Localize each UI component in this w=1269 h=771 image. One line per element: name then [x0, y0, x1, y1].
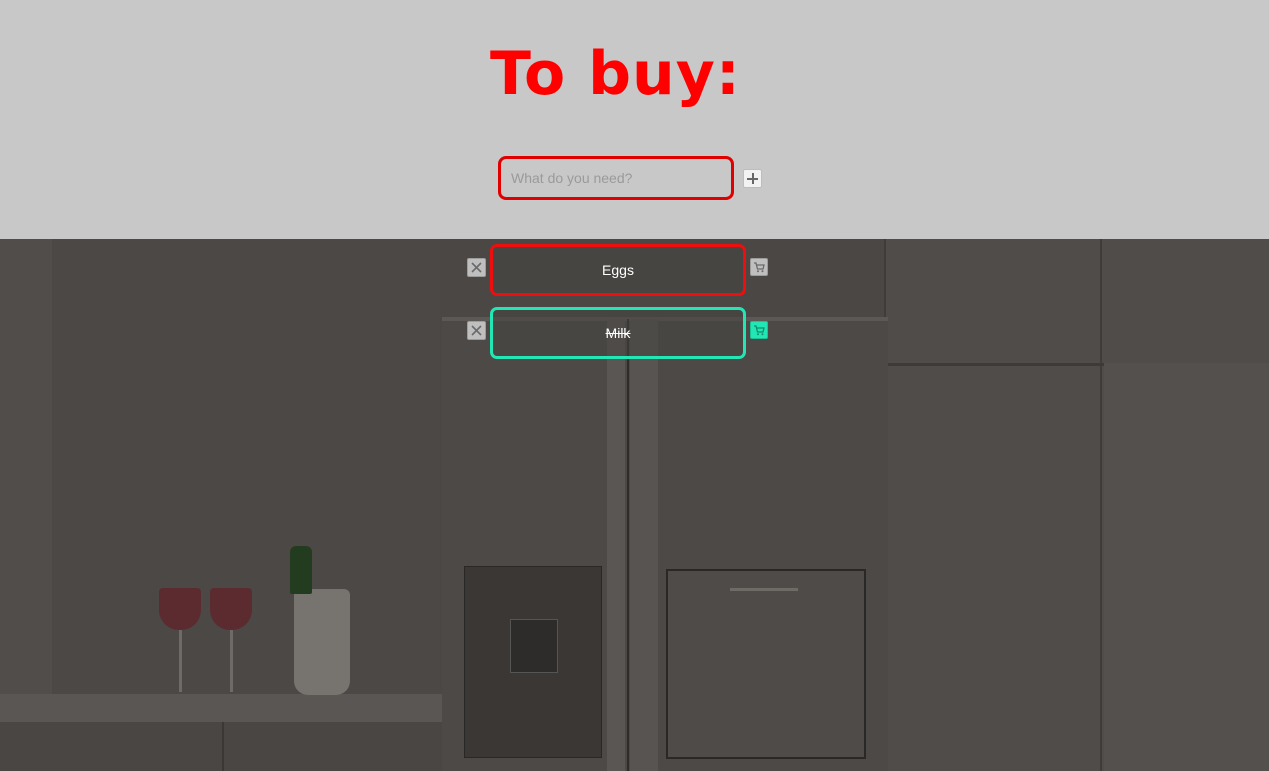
dispenser-nozzle — [510, 619, 558, 673]
cabinet-seam — [222, 722, 224, 771]
cabinet-door — [1104, 363, 1269, 771]
add-item-button[interactable] — [743, 169, 762, 188]
item-card[interactable]: Milk — [490, 307, 746, 359]
cart-icon — [754, 262, 765, 273]
wine-bottle — [290, 546, 312, 594]
page-title: To buy: — [490, 39, 741, 109]
drawer-handle — [730, 588, 798, 591]
fridge-drawer — [666, 569, 866, 759]
fridge-handle — [630, 319, 658, 771]
delete-item-button[interactable] — [467, 321, 486, 340]
countertop — [0, 694, 442, 722]
mark-bought-button[interactable] — [750, 258, 768, 276]
item-label: Eggs — [602, 262, 634, 278]
list-item: Eggs — [0, 239, 1269, 296]
fridge-door-gap — [627, 319, 629, 771]
wine-glass — [159, 588, 201, 630]
new-item-input[interactable] — [498, 156, 734, 200]
mark-bought-button[interactable] — [750, 321, 768, 339]
counter-cabinet — [0, 722, 442, 771]
delete-item-button[interactable] — [467, 258, 486, 277]
cart-icon — [754, 325, 765, 336]
wine-glass-stem — [230, 630, 233, 692]
wine-glass — [210, 588, 252, 630]
list-item: Milk — [0, 302, 1269, 359]
shopping-list-page: To buy: Eggs — [0, 0, 1269, 771]
wine-bucket — [294, 589, 350, 695]
header-bar: To buy: — [0, 0, 1269, 239]
close-icon — [471, 325, 482, 336]
wine-glass-stem — [179, 630, 182, 692]
item-card[interactable]: Eggs — [490, 244, 746, 296]
close-icon — [471, 262, 482, 273]
item-label: Milk — [605, 325, 631, 341]
fridge-handle — [607, 319, 625, 771]
